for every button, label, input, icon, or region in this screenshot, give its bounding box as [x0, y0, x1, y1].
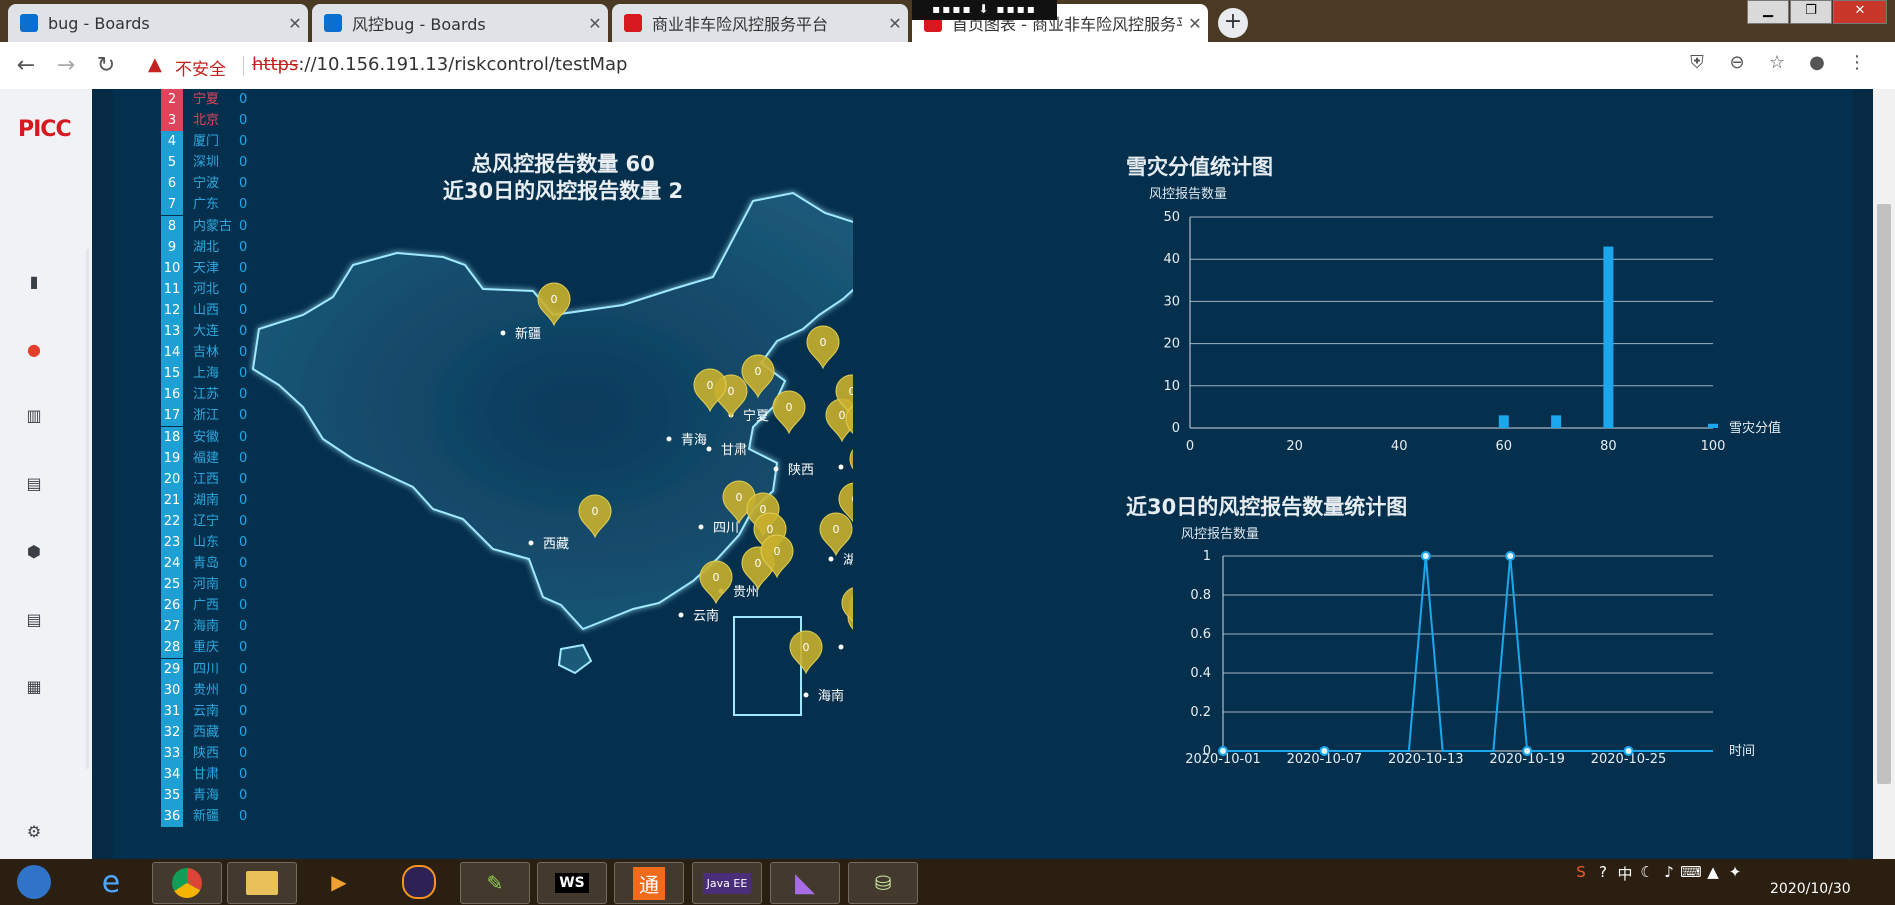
- url-rest: ://10.156.191.13/riskcontrol/testMap: [298, 54, 628, 75]
- people-icon[interactable]: ●: [24, 340, 44, 360]
- line-point: [1505, 551, 1516, 561]
- media-icon[interactable]: ▶: [305, 862, 373, 902]
- tab-bug-boards[interactable]: bug - Boards ✕: [8, 4, 308, 42]
- webstorm-icon[interactable]: WS: [537, 862, 607, 904]
- close-tab-icon[interactable]: ✕: [282, 14, 308, 33]
- line-point: [1522, 746, 1533, 756]
- maximize-button[interactable]: ❐: [1790, 0, 1832, 24]
- line-y-tick-label: 0.6: [1190, 627, 1211, 642]
- mic-icon[interactable]: ♪: [1658, 863, 1680, 883]
- line-y-tick-label: 0.4: [1190, 666, 1211, 681]
- azure-devops-icon: [20, 14, 38, 32]
- page-scrollbar[interactable]: [1873, 89, 1895, 859]
- star-icon[interactable]: ☆: [1757, 52, 1797, 73]
- tab-platform[interactable]: 商业非车险风控服务平台 ✕: [612, 4, 908, 42]
- tab-title: 风控bug - Boards: [352, 15, 486, 34]
- chrome-icon[interactable]: [152, 862, 222, 904]
- close-tab-icon[interactable]: ✕: [582, 14, 608, 33]
- close-window-button[interactable]: ✕: [1833, 0, 1887, 24]
- dashboard-main: 2 宁夏 0 3 北京 0 4 厦门 0 5 深圳 0 6 宁波 0 7 广东 0 8 内蒙古 0 9 湖北 0 10 天津 0 11…: [113, 89, 1853, 859]
- url-field[interactable]: https://10.156.191.13/riskcontrol/testMa…: [252, 54, 628, 75]
- shield-icon[interactable]: ⬢: [24, 542, 44, 562]
- toolbar-icons: ⛨ ⊖ ☆ ● ⋮: [1677, 52, 1877, 73]
- tab-riskbug-boards[interactable]: 风控bug - Boards ✕: [312, 4, 608, 42]
- line-y-tick-label: 1: [1203, 549, 1211, 564]
- ie-icon[interactable]: e: [77, 862, 145, 902]
- database-icon[interactable]: ⛁: [848, 862, 918, 904]
- window-controls: ▁ ❐ ✕: [1746, 0, 1887, 24]
- remote-drag-handle[interactable]: ▪▪▪▪ ⬇ ▪▪▪▪: [912, 0, 1057, 20]
- security-label[interactable]: 不安全: [175, 55, 226, 80]
- url-scheme: https: [252, 54, 299, 75]
- close-tab-icon[interactable]: ✕: [882, 14, 908, 33]
- minimize-button[interactable]: ▁: [1747, 0, 1789, 24]
- line-y-tick-label: 0.8: [1190, 588, 1211, 603]
- line-x-tick-label: 2020-10-13: [1388, 752, 1464, 767]
- forward-arrow-icon[interactable]: →: [52, 52, 80, 80]
- azure-devops-icon: [324, 14, 342, 32]
- address-bar: ← → ↻ ▲ 不安全 https://10.156.191.13/riskco…: [0, 42, 1895, 90]
- back-arrow-icon[interactable]: ←: [12, 52, 40, 80]
- report-icon[interactable]: ▤: [24, 610, 44, 630]
- close-tab-icon[interactable]: ✕: [1182, 14, 1208, 33]
- notepad-icon[interactable]: ✎: [460, 862, 530, 904]
- moon-icon[interactable]: ☾: [1636, 863, 1658, 883]
- bookmark-icon[interactable]: ▮: [24, 272, 44, 292]
- visualstudio-icon[interactable]: ◣: [770, 862, 840, 904]
- line-point: [1319, 746, 1330, 756]
- divider: [243, 56, 244, 76]
- chart-icon[interactable]: ▥: [24, 406, 44, 426]
- clipboard-icon[interactable]: ▦: [24, 677, 44, 697]
- taskbar-clock[interactable]: 2020/10/30: [1770, 881, 1851, 897]
- document-icon[interactable]: ▤: [24, 474, 44, 494]
- line-point: [1218, 746, 1228, 756]
- tong-icon[interactable]: 通: [614, 862, 684, 904]
- scrollbar-thumb[interactable]: [1877, 204, 1891, 784]
- account-icon[interactable]: ●: [1797, 52, 1837, 73]
- zoom-icon[interactable]: ⊖: [1717, 52, 1757, 73]
- system-tray: S ? 中 ☾ ♪ ⌨ ▲ ✦: [1570, 863, 1746, 883]
- shield-blocked-icon[interactable]: ⛨: [1677, 52, 1717, 73]
- sidebar: PICC ▮ ● ▥ ▤ ⬢ ▤ ▦ ⚙: [0, 89, 92, 859]
- reload-icon[interactable]: ↻: [92, 52, 120, 80]
- shirt-icon[interactable]: ▲: [1702, 863, 1724, 883]
- explorer-icon[interactable]: [227, 862, 297, 904]
- wrench-icon[interactable]: ✦: [1724, 863, 1746, 883]
- picc-favicon-icon: [624, 14, 642, 32]
- page: PICC ▮ ● ▥ ▤ ⬢ ▤ ▦ ⚙ 2 宁夏 0 3 北京 0 4 厦门 0 5 深圳 0 6 宁波…: [0, 89, 1895, 859]
- line-point: [1420, 551, 1431, 561]
- picc-logo: PICC: [18, 117, 72, 142]
- line-x-axis-label: 时间: [1729, 744, 1755, 759]
- windows-taskbar: e ▶ ✎ WS 通 Java EE ◣ ⛁ S ? 中 ☾ ♪ ⌨ ▲ ✦ 2…: [0, 859, 1895, 905]
- help-icon[interactable]: ?: [1592, 863, 1614, 883]
- tab-title: 商业非车险风控服务平台: [652, 15, 829, 34]
- menu-dots-icon[interactable]: ⋮: [1837, 52, 1877, 73]
- tab-title: bug - Boards: [48, 13, 150, 33]
- line-y-tick-label: 0.2: [1190, 705, 1211, 720]
- warning-triangle-icon[interactable]: ▲: [148, 54, 162, 75]
- sogou-icon[interactable]: S: [1570, 863, 1592, 883]
- line-series-path: [1223, 555, 1713, 752]
- ime-chinese-icon[interactable]: 中: [1614, 863, 1636, 883]
- start-orb-icon[interactable]: [0, 862, 68, 902]
- javaee-icon[interactable]: Java EE: [692, 862, 762, 904]
- sidebar-divider: [86, 249, 89, 769]
- eclipse-icon[interactable]: [385, 862, 453, 902]
- line-chart: 00.20.40.60.812020-10-01 2020-10-07 2020-1…: [1185, 549, 1755, 767]
- line-point: [1623, 746, 1634, 756]
- browser-tab-bar: bug - Boards ✕ 风控bug - Boards ✕ 商业非车险风控服…: [0, 0, 1895, 42]
- settings-icon[interactable]: ⚙: [24, 822, 44, 842]
- keyboard-icon[interactable]: ⌨: [1680, 863, 1702, 883]
- new-tab-button[interactable]: +: [1218, 8, 1248, 38]
